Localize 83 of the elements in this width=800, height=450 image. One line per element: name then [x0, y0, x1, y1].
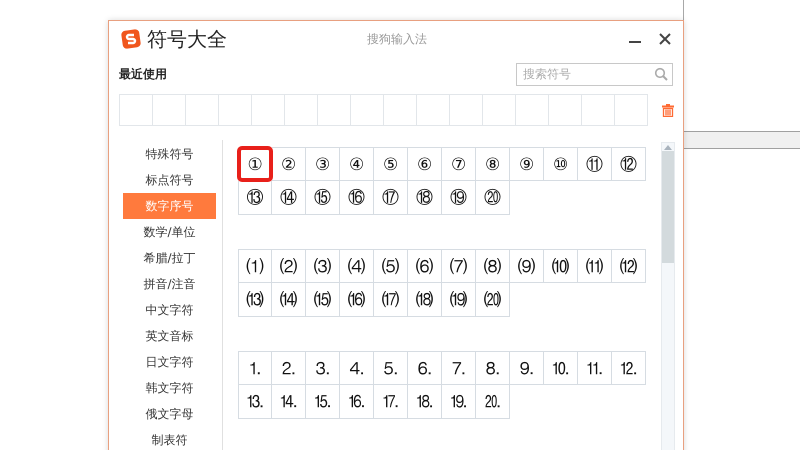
symbol-cell[interactable]: ⒅ [408, 283, 442, 317]
symbol-cell[interactable]: ⑴ [238, 249, 272, 283]
category-item[interactable]: 英文音标 [123, 323, 216, 349]
symbol-cell[interactable]: ⒖ [306, 385, 340, 419]
symbol-cell[interactable]: ⒂ [306, 283, 340, 317]
app-name: 搜狗输入法 [366, 30, 428, 48]
symbol-cell[interactable]: ⑯ [340, 181, 374, 215]
symbol-cell[interactable]: ⑮ [306, 181, 340, 215]
category-item[interactable]: 制表符 [123, 427, 216, 450]
category-item[interactable]: 拼音/注音 [123, 271, 216, 297]
symbol-cell[interactable]: ⒕ [272, 385, 306, 419]
category-item[interactable]: 希腊/拉丁 [123, 245, 216, 271]
symbol-cell[interactable]: ⒗ [340, 385, 374, 419]
symbol-cell[interactable]: ⑳ [476, 181, 510, 215]
close-button[interactable] [657, 31, 673, 47]
search-field[interactable]: 搜索符号 [516, 62, 673, 86]
symbol-cell[interactable]: ⒊ [306, 351, 340, 385]
symbol-cell[interactable]: ② [272, 147, 306, 181]
symbol-cell[interactable]: ⑿ [612, 249, 646, 283]
recent-label: 最近使用 [119, 66, 167, 82]
window-title: 符号大全 [147, 26, 227, 52]
symbol-cell[interactable]: ⑩ [544, 147, 578, 181]
symbol-cell[interactable]: ⒈ [238, 351, 272, 385]
symbol-cell[interactable]: ⒙ [408, 385, 442, 419]
symbol-cell[interactable]: ⒋ [340, 351, 374, 385]
symbol-cell[interactable]: ① [238, 147, 272, 181]
symbol-cell[interactable]: ⑵ [272, 249, 306, 283]
symbol-cell[interactable]: ⑤ [374, 147, 408, 181]
symbol-cell[interactable]: ⒎ [442, 351, 476, 385]
trash-icon[interactable] [660, 102, 676, 118]
symbol-cell[interactable]: ⒒ [578, 351, 612, 385]
symbol-cell[interactable]: ⒑ [544, 351, 578, 385]
category-item[interactable]: 数学/单位 [123, 219, 216, 245]
symbol-cell[interactable]: ⑹ [408, 249, 442, 283]
category-item[interactable]: 俄文字母 [123, 401, 216, 427]
symbol-cell[interactable]: ⑥ [408, 147, 442, 181]
category-item[interactable]: 中文字符 [123, 297, 216, 323]
symbol-cell[interactable]: ⒉ [272, 351, 306, 385]
minimize-icon [629, 41, 641, 43]
symbol-cell[interactable]: ⑲ [442, 181, 476, 215]
symbol-cell[interactable]: ⑺ [442, 249, 476, 283]
symbol-cell[interactable]: ⑰ [374, 181, 408, 215]
symbol-cell[interactable]: ⑻ [476, 249, 510, 283]
symbol-cell[interactable]: ⑬ [238, 181, 272, 215]
symbol-cell[interactable]: ⑫ [612, 147, 646, 181]
symbol-cell[interactable]: ⒇ [476, 283, 510, 317]
symbol-cell[interactable]: ⒐ [510, 351, 544, 385]
symbol-cell[interactable]: ⒘ [374, 385, 408, 419]
symbol-cell[interactable]: ⑦ [442, 147, 476, 181]
scrollbar-thumb[interactable] [662, 151, 674, 263]
symbol-cell[interactable]: ⑭ [272, 181, 306, 215]
category-item[interactable]: 特殊符号 [123, 141, 216, 167]
symbol-cell[interactable]: ⒌ [374, 351, 408, 385]
symbol-cell[interactable]: ⑸ [374, 249, 408, 283]
symbol-cell[interactable]: ③ [306, 147, 340, 181]
symbol-cell[interactable]: ⑨ [510, 147, 544, 181]
symbol-cell[interactable]: ⒄ [374, 283, 408, 317]
category-item[interactable]: 标点符号 [123, 167, 216, 193]
symbol-cell[interactable]: ⒛ [476, 385, 510, 419]
symbol-cell[interactable]: ⒀ [238, 283, 272, 317]
symbol-cell[interactable]: ⑪ [578, 147, 612, 181]
category-item[interactable]: 日文字符 [123, 349, 216, 375]
search-icon [654, 66, 668, 80]
symbol-cell[interactable]: ⒏ [476, 351, 510, 385]
symbol-cell[interactable]: ⒔ [238, 385, 272, 419]
symbol-cell[interactable]: ⒃ [340, 283, 374, 317]
symbol-cell[interactable]: ⒁ [272, 283, 306, 317]
logo-icon [121, 29, 141, 49]
category-item[interactable]: 韩文字符 [123, 375, 216, 401]
symbol-cell[interactable]: ⒓ [612, 351, 646, 385]
symbol-cell[interactable]: ⑶ [306, 249, 340, 283]
symbol-cell[interactable]: ⑧ [476, 147, 510, 181]
symbol-cell[interactable]: ⑽ [544, 249, 578, 283]
symbol-cell[interactable]: ④ [340, 147, 374, 181]
symbol-cell[interactable]: ⒆ [442, 283, 476, 317]
symbol-cell[interactable]: ⑾ [578, 249, 612, 283]
symbol-cell[interactable]: ⒍ [408, 351, 442, 385]
symbol-cell[interactable]: ⑷ [340, 249, 374, 283]
symbol-cell[interactable]: ⑼ [510, 249, 544, 283]
symbol-cell[interactable]: ⒚ [442, 385, 476, 419]
symbol-cell[interactable]: ⑱ [408, 181, 442, 215]
close-icon [659, 33, 671, 45]
scrollbar[interactable] [661, 142, 675, 450]
